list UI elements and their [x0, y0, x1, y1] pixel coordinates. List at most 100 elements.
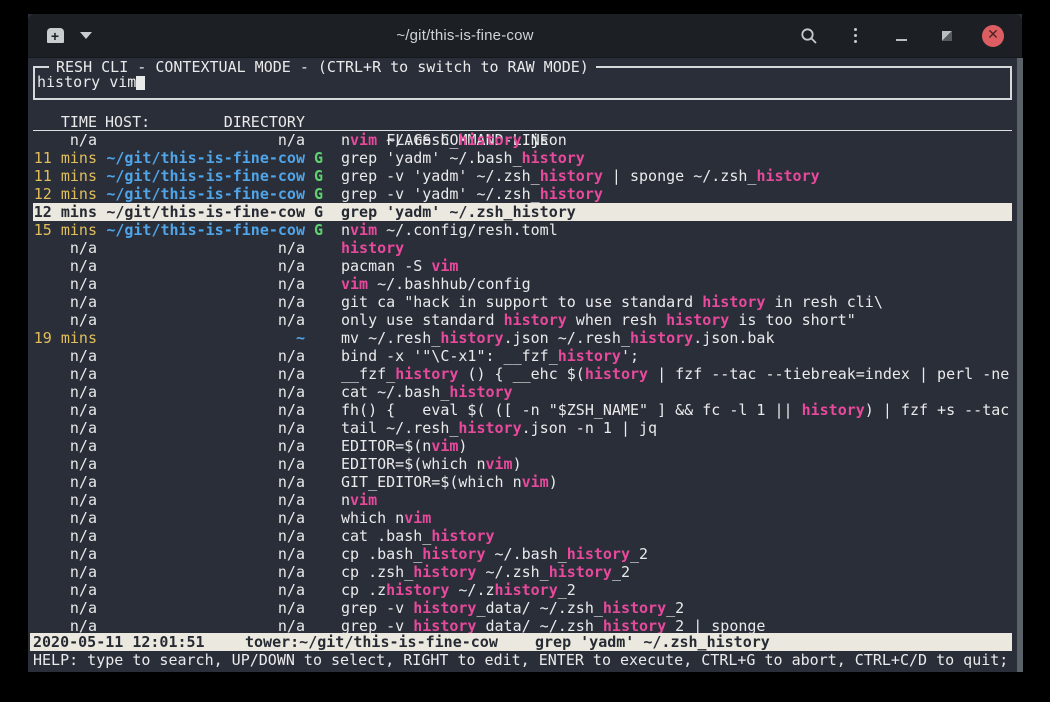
row-flags — [314, 527, 332, 545]
row-time: n/a — [33, 599, 97, 617]
row-command: fh() { eval $( ([ -n "$ZSH_NAME" ] && fc… — [341, 401, 1012, 419]
history-row[interactable]: n/an/acp .zhistory ~/.zhistory_2 — [33, 581, 1012, 599]
close-button[interactable]: ✕ — [982, 25, 1004, 47]
row-time: n/a — [33, 527, 97, 545]
row-directory: n/a — [105, 545, 305, 563]
row-time: n/a — [33, 581, 97, 599]
row-command: mv ~/.resh_history.json ~/.resh_history.… — [341, 329, 1012, 347]
row-command: cp .zhistory ~/.zhistory_2 — [341, 581, 1012, 599]
chevron-down-icon — [80, 32, 92, 39]
history-row[interactable]: n/an/afh() { eval $( ([ -n "$ZSH_NAME" ]… — [33, 401, 1012, 419]
history-row[interactable]: n/a n/a only use standard history when res… — [33, 311, 1012, 329]
history-row[interactable]: 11 mins~/git/this-is-fine-cowGgrep 'yadm… — [33, 149, 1012, 167]
restore-window-icon — [942, 31, 952, 41]
row-directory: n/a — [105, 347, 305, 365]
row-time: n/a — [33, 311, 97, 329]
row-directory: n/a — [105, 257, 305, 275]
history-row[interactable]: n/an/acp .bash_history ~/.bash_history_2 — [33, 545, 1012, 563]
row-flags — [314, 239, 332, 257]
history-row[interactable]: n/an/anvim — [33, 491, 1012, 509]
table-header: TIME HOST: DIRECTORY FLAGS COMMAND-LINE — [33, 113, 1012, 131]
history-row[interactable]: n/an/acp .zsh_history ~/.zsh_history_2 — [33, 563, 1012, 581]
minimize-button[interactable] — [890, 25, 912, 47]
terminal-content: RESH CLI - CONTEXTUAL MODE - (CTRL+R to … — [28, 58, 1022, 672]
row-command: grep 'yadm' ~/.zsh_history — [341, 203, 1012, 221]
row-directory: ~ — [105, 329, 305, 347]
history-row[interactable]: n/a n/a grep -v history_data/ ~/.zsh_histo… — [33, 599, 1012, 617]
row-time: n/a — [33, 239, 97, 257]
row-directory: n/a — [105, 491, 305, 509]
header-host: HOST: — [105, 113, 150, 130]
row-command: only use standard history when resh hist… — [341, 311, 1012, 329]
row-flags — [314, 491, 332, 509]
row-time: n/a — [33, 455, 97, 473]
kebab-menu-icon — [854, 28, 857, 43]
history-row[interactable]: n/an/agit ca "hack in support to use sta… — [33, 293, 1012, 311]
row-command: grep -v history_data/ ~/.zsh_history_2 — [341, 599, 1012, 617]
history-row[interactable]: n/an/anvim ~/.resh_history.json — [33, 131, 1012, 149]
history-row[interactable]: n/an/ahistory — [33, 239, 1012, 257]
row-flags — [314, 401, 332, 419]
history-row[interactable]: n/an/aGIT_EDITOR=$(which nvim) — [33, 473, 1012, 491]
row-directory: ~/git/this-is-fine-cow — [105, 167, 305, 185]
history-row[interactable]: n/an/atail ~/.resh_history.json -n 1 | j… — [33, 419, 1012, 437]
row-time: n/a — [33, 491, 97, 509]
search-button[interactable] — [798, 25, 820, 47]
row-command: vim ~/.bashhub/config — [341, 275, 1012, 293]
history-row[interactable]: 12 mins~/git/this-is-fine-cowGgrep -v 'y… — [33, 185, 1012, 203]
row-flags: G — [314, 149, 332, 167]
history-row[interactable]: 19 mins~mv ~/.resh_history.json ~/.resh_… — [33, 329, 1012, 347]
row-directory: n/a — [105, 311, 305, 329]
row-directory: n/a — [105, 383, 305, 401]
row-directory: ~/git/this-is-fine-cow — [105, 221, 305, 239]
row-command: bind -x '"\C-x1": __fzf_history'; — [341, 347, 1012, 365]
row-flags — [314, 419, 332, 437]
tab-switcher-button[interactable] — [80, 32, 92, 39]
history-row[interactable]: n/an/avim ~/.bashhub/config — [33, 275, 1012, 293]
row-flags — [314, 599, 332, 617]
row-directory: n/a — [105, 419, 305, 437]
row-command: cp .zsh_history ~/.zsh_history_2 — [341, 563, 1012, 581]
row-flags: G — [314, 221, 332, 239]
row-command: pacman -S vim — [341, 257, 1012, 275]
row-time: n/a — [33, 473, 97, 491]
header-directory: DIRECTORY — [224, 113, 305, 130]
row-flags — [314, 131, 332, 149]
history-row[interactable]: 11 mins~/git/this-is-fine-cowGgrep -v 'y… — [33, 167, 1012, 185]
row-directory: ~/git/this-is-fine-cow — [105, 203, 305, 221]
titlebar: + ~/git/this-is-fine-cow — [28, 14, 1022, 58]
restore-button[interactable] — [936, 25, 958, 47]
history-row[interactable]: n/an/aEDITOR=$(which nvim) — [33, 455, 1012, 473]
new-tab-button[interactable]: + — [42, 24, 68, 48]
row-directory: ~/git/this-is-fine-cow — [105, 185, 305, 203]
status-command: grep 'yadm' ~/.zsh_history — [535, 633, 770, 651]
row-command: EDITOR=$(which nvim) — [341, 455, 1012, 473]
row-command: grep -v 'yadm' ~/.zsh_history | sponge ~… — [341, 167, 1012, 185]
history-row[interactable]: n/an/aEDITOR=$(nvim) — [33, 437, 1012, 455]
history-row-selected[interactable]: 12 mins~/git/this-is-fine-cowGgrep 'yadm… — [33, 203, 1012, 221]
scrollbar[interactable] — [1017, 58, 1023, 672]
row-flags: G — [314, 185, 332, 203]
row-flags — [314, 347, 332, 365]
row-time: n/a — [33, 563, 97, 581]
row-command: tail ~/.resh_history.json -n 1 | jq — [341, 419, 1012, 437]
history-row[interactable]: n/an/acat ~/.bash_history — [33, 383, 1012, 401]
row-time: 12 mins — [33, 185, 97, 203]
row-flags — [314, 293, 332, 311]
search-box: RESH CLI - CONTEXTUAL MODE - (CTRL+R to … — [33, 66, 1012, 100]
history-row[interactable]: n/an/a__fzf_history () { __ehc $(history… — [33, 365, 1012, 383]
history-row[interactable]: 15 mins~/git/this-is-fine-cowGnvim ~/.co… — [33, 221, 1012, 239]
history-row[interactable]: n/an/apacman -S vim — [33, 257, 1012, 275]
row-time: n/a — [33, 365, 97, 383]
row-time: n/a — [33, 437, 97, 455]
menu-button[interactable] — [844, 25, 866, 47]
minimize-icon — [896, 39, 907, 41]
row-directory: n/a — [105, 599, 305, 617]
row-directory: n/a — [105, 275, 305, 293]
history-row[interactable]: n/an/awhich nvim — [33, 509, 1012, 527]
row-command: cat ~/.bash_history — [341, 383, 1012, 401]
row-time: 12 mins — [33, 203, 97, 221]
history-row[interactable]: n/an/abind -x '"\C-x1": __fzf_history'; — [33, 347, 1012, 365]
terminal-window: + ~/git/this-is-fine-cow — [28, 14, 1022, 672]
history-row[interactable]: n/an/acat .bash_history — [33, 527, 1012, 545]
